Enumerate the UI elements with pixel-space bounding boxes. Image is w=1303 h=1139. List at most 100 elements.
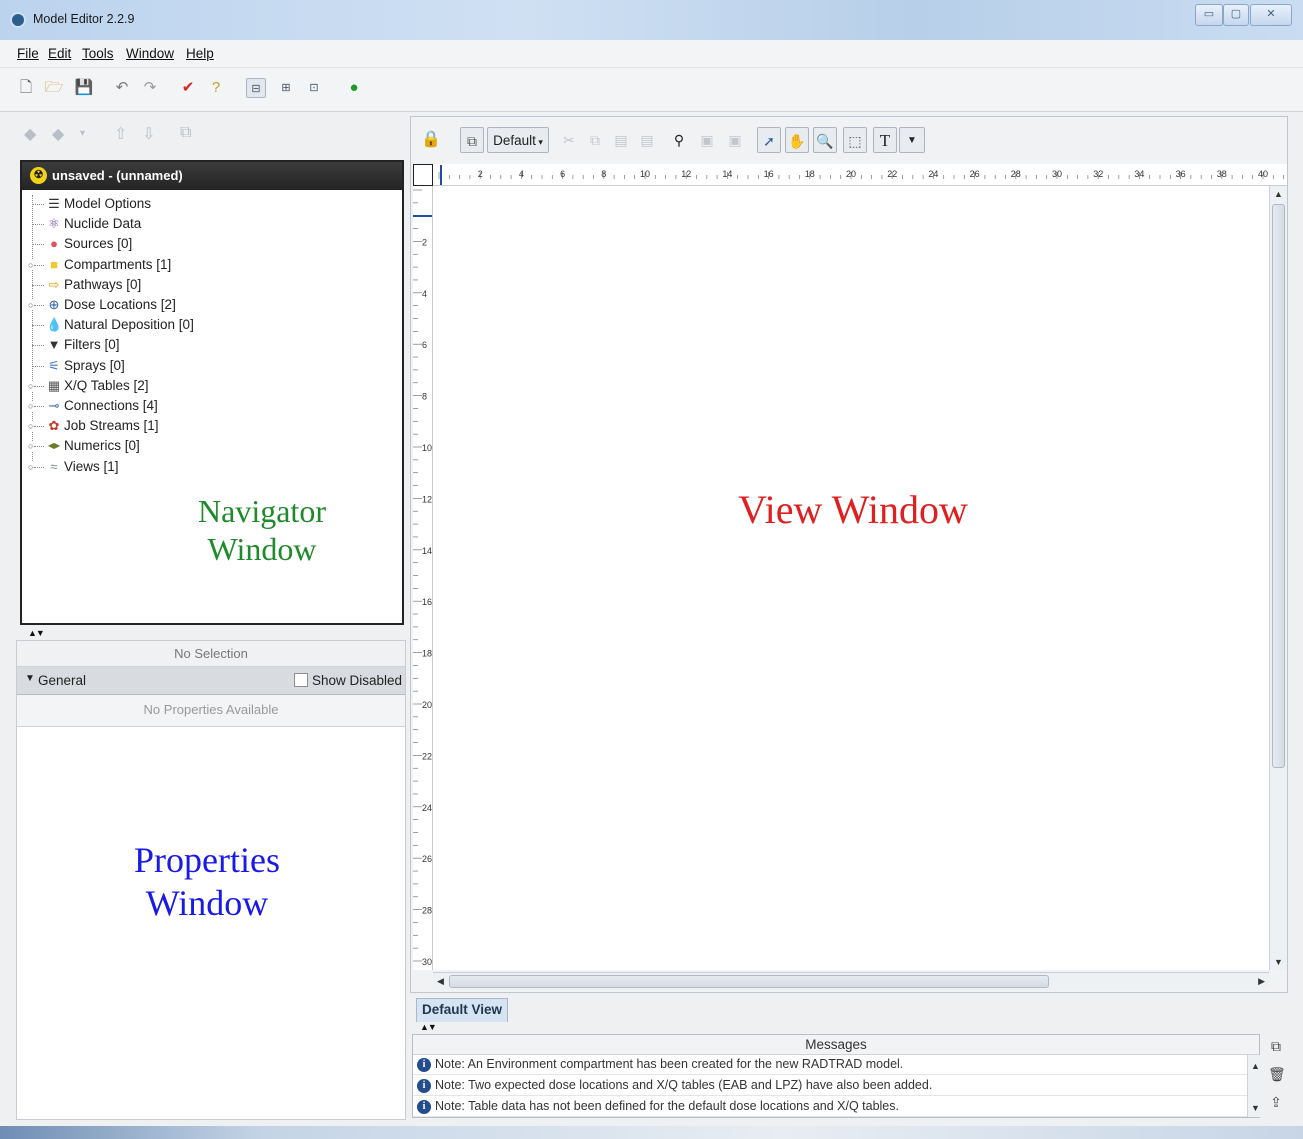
run-icon[interactable]: ● bbox=[344, 78, 364, 98]
expand-icon[interactable]: ○- bbox=[28, 259, 37, 270]
export-messages-icon[interactable]: ⇪ bbox=[1268, 1094, 1284, 1111]
pan-hand-icon[interactable]: ✋ bbox=[785, 127, 809, 153]
clear-messages-icon[interactable]: 🗑 bbox=[1268, 1066, 1286, 1083]
expand-icon[interactable]: ○- bbox=[28, 401, 37, 411]
bring-front-icon[interactable]: ▣ bbox=[695, 127, 719, 153]
tree-item[interactable]: ○- ⊕ Dose Locations [2] bbox=[22, 296, 382, 316]
menu-tools[interactable]: Tools bbox=[82, 46, 114, 61]
redo-icon[interactable]: ↷ bbox=[140, 78, 160, 98]
ruler-label: 10 bbox=[422, 443, 432, 453]
view-canvas[interactable]: View Window bbox=[433, 186, 1269, 970]
find-icon[interactable]: ⚲ bbox=[667, 127, 691, 153]
tree-item[interactable]: ▼ Filters [0] bbox=[22, 336, 382, 356]
tree-item-label: Job Streams [1] bbox=[64, 418, 159, 434]
back-icon[interactable]: ◆ bbox=[24, 124, 36, 144]
menu-file[interactable]: File bbox=[17, 46, 39, 61]
expand-icon[interactable]: ○- bbox=[28, 421, 37, 432]
collapse-icon[interactable]: ▼ bbox=[25, 673, 35, 684]
lock-icon[interactable]: 🔒 bbox=[419, 127, 443, 153]
move-down-icon[interactable]: ⇩ bbox=[142, 124, 155, 144]
tree-item[interactable]: ☰ Model Options bbox=[22, 195, 382, 215]
open-folder-icon[interactable]: 🗁 bbox=[44, 78, 64, 98]
ruler-label: 16 bbox=[764, 169, 774, 179]
history-dropdown-icon[interactable]: ▾ bbox=[80, 128, 85, 139]
tree-item[interactable]: ⇨ Pathways [0] bbox=[22, 276, 382, 296]
scroll-up-icon[interactable]: ▲ bbox=[1274, 189, 1283, 199]
check-model-icon[interactable]: ✔ bbox=[178, 78, 198, 98]
expand-icon[interactable]: ○- bbox=[28, 380, 37, 391]
page-icon[interactable]: ⧉ bbox=[460, 127, 484, 153]
layout-3-icon[interactable]: ⊡ bbox=[304, 78, 324, 98]
splitter-arrows-icon[interactable]: ▲▼ bbox=[28, 628, 45, 638]
tree-item[interactable]: ○- ✿ Job Streams [1] bbox=[22, 417, 382, 437]
scroll-up-icon[interactable]: ▲ bbox=[1251, 1061, 1260, 1071]
scroll-down-icon[interactable]: ▼ bbox=[1251, 1103, 1260, 1113]
style-dropdown[interactable]: Default ▾ bbox=[487, 127, 549, 153]
general-section-header[interactable]: ▼ General Show Disabled bbox=[17, 667, 405, 695]
close-button[interactable]: ✕ bbox=[1250, 4, 1292, 26]
horizontal-scroll-thumb[interactable] bbox=[449, 975, 1049, 988]
tree-item[interactable]: ⚟ Sprays [0] bbox=[22, 357, 382, 377]
menu-help[interactable]: Help bbox=[186, 46, 214, 61]
navigator-window-label: Navigator Window bbox=[198, 493, 326, 568]
navigator-panel: ☢ unsaved - (unnamed) ☰ Model Options ⚛ Nuc… bbox=[20, 160, 404, 625]
maximize-button[interactable]: ▢ bbox=[1223, 4, 1249, 26]
show-disabled-checkbox[interactable] bbox=[294, 673, 308, 687]
move-up-icon[interactable]: ⇧ bbox=[114, 124, 127, 144]
undo-icon[interactable]: ↶ bbox=[112, 78, 132, 98]
scroll-left-icon[interactable]: ◀ bbox=[437, 976, 444, 987]
navigator-toolbar: ◆ ◆ ▾ ⇧ ⇩ ⧉ bbox=[14, 118, 406, 154]
ruler-label: 28 bbox=[1011, 169, 1021, 179]
message-row[interactable]: i Note: An Environment compartment has b… bbox=[413, 1055, 1247, 1075]
ruler-label: 26 bbox=[970, 169, 980, 179]
zoom-icon[interactable]: 🔍 bbox=[813, 127, 837, 153]
paste-special-icon[interactable]: ▤ bbox=[635, 127, 659, 153]
tree-item[interactable]: ○- ◀▶ Numerics [0] bbox=[22, 437, 382, 457]
scroll-down-icon[interactable]: ▼ bbox=[1274, 957, 1283, 967]
copy-messages-icon[interactable]: ⧉ bbox=[1268, 1038, 1284, 1055]
menu-edit[interactable]: Edit bbox=[48, 46, 71, 61]
tree-item[interactable]: ○- ▦ X/Q Tables [2] bbox=[22, 377, 382, 397]
tree-item[interactable]: ● Sources [0] bbox=[22, 235, 382, 255]
help-icon[interactable]: ? bbox=[206, 78, 226, 98]
new-file-icon[interactable]: 🗋 bbox=[16, 78, 36, 98]
vertical-scroll-thumb[interactable] bbox=[1272, 204, 1285, 768]
layout-2-icon[interactable]: ⊞ bbox=[276, 78, 296, 98]
copy-icon[interactable]: ⧉ bbox=[583, 127, 607, 153]
top-ruler: 2 4 6 8 10 12 14 16 18 20 22 24 26 28 30 32 34 36 38 40 bbox=[433, 164, 1287, 186]
tree-item[interactable]: ○- ≈ Views [1] bbox=[22, 458, 382, 478]
tree-item[interactable]: ○- ⊸ Connections [4] bbox=[22, 397, 382, 417]
messages-scrollbar[interactable]: ▲ ▼ bbox=[1247, 1055, 1261, 1117]
scroll-right-icon[interactable]: ▶ bbox=[1258, 976, 1265, 987]
layout-1-icon[interactable]: ⊟ bbox=[246, 78, 266, 98]
tab-default-view[interactable]: Default View bbox=[416, 998, 508, 1022]
info-icon: i bbox=[417, 1100, 431, 1114]
messages-splitter-icon[interactable]: ▲▼ bbox=[420, 1022, 437, 1032]
forward-icon[interactable]: ◆ bbox=[52, 124, 64, 144]
message-row[interactable]: i Note: Table data has not been defined … bbox=[413, 1097, 1247, 1117]
marquee-icon[interactable]: ⬚ bbox=[843, 127, 867, 153]
save-icon[interactable]: 💾 bbox=[74, 78, 94, 98]
expand-icon[interactable]: ○- bbox=[28, 441, 37, 452]
copy-icon[interactable]: ⧉ bbox=[180, 124, 191, 142]
horizontal-scrollbar[interactable]: ◀ ▶ bbox=[433, 972, 1269, 990]
expand-icon[interactable]: ○- bbox=[28, 300, 37, 310]
ruler-label: 30 bbox=[422, 957, 432, 967]
expand-icon[interactable]: ○- bbox=[28, 461, 37, 472]
menu-window[interactable]: Window bbox=[126, 46, 174, 61]
ruler-label: 28 bbox=[422, 906, 432, 916]
text-tool-icon[interactable]: T bbox=[873, 127, 897, 153]
tree-item[interactable]: ○- ■ Compartments [1] bbox=[22, 256, 382, 276]
message-row[interactable]: i Note: Two expected dose locations and … bbox=[413, 1076, 1247, 1096]
tree-item[interactable]: ⚛ Nuclide Data bbox=[22, 215, 382, 235]
vertical-scrollbar[interactable]: ▲ ▼ bbox=[1269, 186, 1287, 970]
tree-item[interactable]: 💧 Natural Deposition [0] bbox=[22, 316, 382, 336]
navigator-header[interactable]: ☢ unsaved - (unnamed) bbox=[22, 162, 402, 190]
minimize-button[interactable]: ▭ bbox=[1195, 4, 1223, 26]
send-back-icon[interactable]: ▣ bbox=[723, 127, 747, 153]
select-pointer-icon[interactable]: ➚ bbox=[757, 127, 781, 153]
ruler-label: 8 bbox=[422, 392, 427, 402]
more-tools-dropdown-icon[interactable]: ▼ bbox=[899, 127, 925, 153]
paste-icon[interactable]: ▤ bbox=[609, 127, 633, 153]
cut-icon[interactable]: ✂ bbox=[557, 127, 581, 153]
